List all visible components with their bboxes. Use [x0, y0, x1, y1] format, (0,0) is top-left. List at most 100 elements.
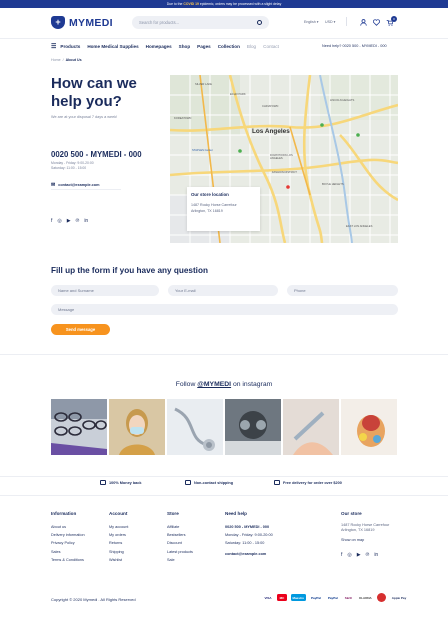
footer-link[interactable]: Affiliate	[167, 523, 193, 531]
show-on-map-link[interactable]: Show on map	[341, 536, 389, 544]
facebook-icon[interactable]: f	[51, 218, 52, 224]
contact-email[interactable]: ✉ contact@example.com	[51, 181, 121, 190]
contact-email-text: contact@example.com	[58, 183, 100, 187]
footer-link[interactable]: My orders	[109, 531, 128, 539]
map-label-boyle-heights: BOYLE HEIGHTS	[322, 183, 344, 186]
send-message-button[interactable]: Send message	[51, 324, 110, 335]
youtube-icon[interactable]: ▶	[67, 218, 71, 224]
nav-pages[interactable]: Pages	[197, 44, 211, 49]
facebook-icon[interactable]: f	[341, 552, 342, 558]
instagram-photo-pills[interactable]	[341, 399, 397, 455]
skrill-icon: Skrill	[344, 595, 353, 600]
nav-collection[interactable]: Collection	[218, 44, 240, 49]
instagram-handle[interactable]: @MYMEDI	[197, 381, 231, 388]
instagram-photo-eye-exam[interactable]	[225, 399, 281, 455]
nav-shop[interactable]: Shop	[179, 44, 190, 49]
breadcrumb-separator: /	[62, 58, 64, 62]
footer-link[interactable]: Delivery information	[51, 531, 85, 539]
footer-link[interactable]: Discount	[167, 539, 193, 547]
map-label-koreatown: KOREATOWN	[174, 117, 192, 120]
footer-link[interactable]: Wishlist	[109, 556, 128, 564]
footer-link[interactable]: Latest products	[167, 548, 193, 556]
map-label-chinatown: CHINATOWN	[262, 105, 279, 108]
contact-phone: 0020 500 - MYMEDI - 000	[51, 150, 142, 159]
map-label-echo-park: ECHO PARK	[230, 93, 246, 96]
nav-blog[interactable]: Blog	[247, 44, 256, 49]
breadcrumb-home[interactable]: Home	[51, 58, 61, 62]
menu-icon[interactable]: ☰	[51, 43, 56, 50]
name-field[interactable]: Name and Surname	[51, 285, 159, 296]
footer-link[interactable]: Sales	[51, 548, 85, 556]
instagram-photo-mask-woman[interactable]	[109, 399, 165, 455]
announcement-text: Due to the	[166, 2, 183, 6]
linkedin-icon[interactable]: in	[84, 218, 88, 224]
feature-non-contact: Non-contact shipping	[185, 480, 233, 485]
footer-store-title: Store	[167, 511, 179, 516]
footer-link[interactable]: Returns	[109, 539, 128, 547]
search-icon[interactable]	[257, 20, 262, 25]
nav-home-medical-supplies[interactable]: Home Medical Supplies	[87, 44, 138, 49]
youtube-icon[interactable]: ▶	[357, 552, 361, 558]
nav-contact[interactable]: Contact	[263, 44, 279, 49]
visa-icon: VISA	[264, 595, 272, 600]
email-field[interactable]: Your E-mail	[168, 285, 278, 296]
user-icon[interactable]	[359, 18, 367, 26]
feature-free-delivery-text: Free delivery for order over $200	[283, 480, 342, 485]
contact-socials: f ◎ ▶ ℗ in	[51, 218, 88, 224]
payment-round-icon	[377, 593, 387, 602]
pinterest-icon[interactable]: ℗	[366, 552, 370, 558]
map-label-fashion-district: FASHION DISTRICT	[272, 171, 297, 174]
instagram-photo-syringe[interactable]	[283, 399, 339, 455]
footer-hours-weekday: Monday - Friday: 9:00-20:00	[225, 533, 273, 538]
currency-label: USD	[325, 20, 333, 24]
footer-link[interactable]: Privacy Policy	[51, 539, 85, 547]
footer-link[interactable]: Terms & Conditions	[51, 556, 85, 564]
footer-information-title: Information	[51, 511, 77, 516]
footer-our-store-title: Our store	[341, 511, 362, 516]
instagram-icon[interactable]: ◎	[57, 218, 61, 224]
heart-icon[interactable]	[372, 18, 380, 26]
maestro-icon: Maestro	[291, 594, 306, 601]
logo[interactable]: + MYMEDI	[51, 16, 113, 29]
search-input[interactable]: Search for products...	[132, 16, 269, 29]
linkedin-icon[interactable]: in	[374, 552, 378, 558]
footer-email[interactable]: contact@example.com	[225, 550, 273, 558]
footer-link[interactable]: My account	[109, 523, 128, 531]
email-placeholder: Your E-mail	[175, 288, 196, 293]
nav-products[interactable]: Products	[60, 44, 80, 49]
footer-link[interactable]: Bestsellers	[167, 531, 193, 539]
message-field[interactable]: Message	[51, 304, 398, 315]
header-divider-line	[0, 38, 448, 39]
logo-heart-icon: +	[51, 16, 65, 29]
footer-need-help-title: Need help	[225, 511, 247, 516]
footer-link[interactable]: Sale	[167, 556, 193, 564]
footer-hours-saturday: Saturday: 11:00 - 15:00	[225, 541, 265, 546]
mail-icon: ✉	[51, 182, 56, 188]
footer-link[interactable]: About us	[51, 523, 85, 531]
nav-homepages[interactable]: Homepages	[146, 44, 172, 49]
phone-field[interactable]: Phone	[287, 285, 398, 296]
map-label-lincoln-heights: LINCOLN HEIGHTS	[330, 99, 355, 102]
currency-select[interactable]: USD ▾	[325, 20, 335, 24]
page-title: How can we help you?	[51, 75, 137, 110]
footer-store: Store Affiliate Bestsellers Discount Lat…	[167, 511, 193, 564]
box-icon	[185, 480, 191, 485]
footer-link[interactable]: Shipping	[109, 548, 128, 556]
instagram-heading: Follow @MYMEDI on instagram	[0, 381, 448, 388]
copyright-text: Copyright © 2020 Mymedi . All Rights Res…	[51, 597, 136, 602]
footer-store-address2: Arlington, TX 16819	[341, 528, 375, 532]
klarna-icon: KLARNA	[359, 595, 372, 600]
map-label-staples: STAPLES Center	[192, 149, 213, 152]
instagram-photo-stethoscope[interactable]	[167, 399, 223, 455]
pinterest-icon[interactable]: ℗	[76, 218, 80, 224]
language-select[interactable]: English ▾	[304, 20, 319, 24]
instagram-icon[interactable]: ◎	[347, 552, 351, 558]
instagram-post: on instagram	[232, 381, 273, 388]
map-label-downtown: DOWNTOWN LOS ANGELES	[270, 154, 293, 161]
instagram-photo-glasses[interactable]	[51, 399, 107, 455]
announcement-text-end: epidemic, orders may be processed with a…	[199, 2, 282, 6]
main-nav: ☰ Products Home Medical Supplies Homepag…	[51, 43, 286, 50]
footer-account-title: Account	[109, 511, 128, 516]
page-subtitle: We are at your disposal 7 days a week!	[51, 115, 118, 119]
feature-non-contact-text: Non-contact shipping	[194, 480, 234, 485]
